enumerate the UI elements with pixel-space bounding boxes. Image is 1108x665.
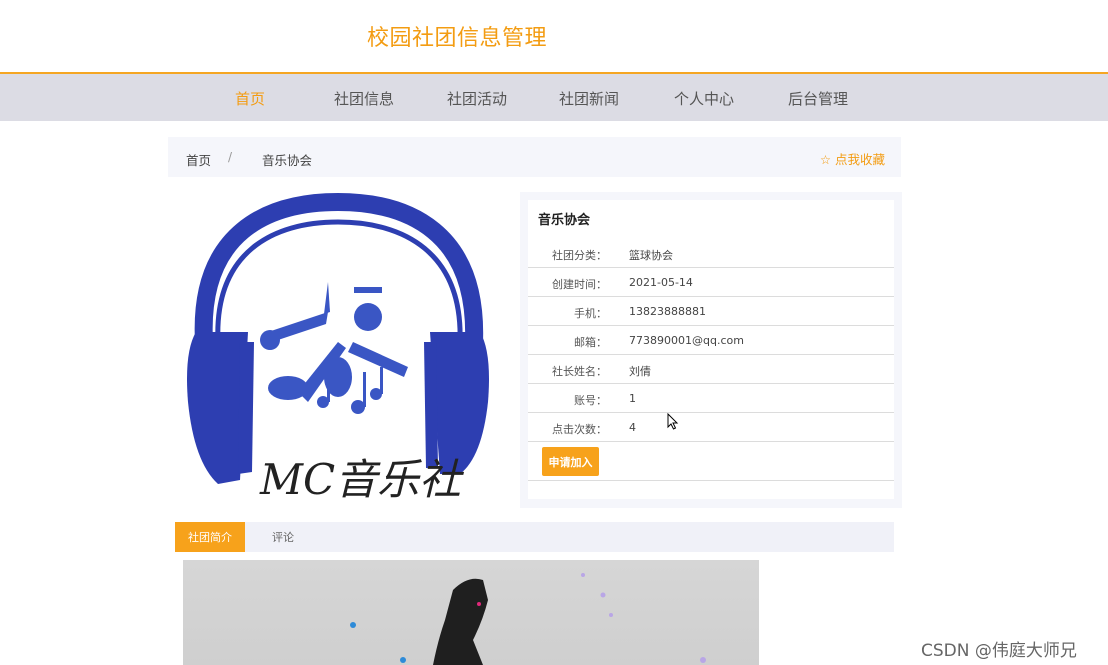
info-value: 2021-05-14 [629,276,693,289]
divider [528,480,894,481]
info-value: 刘倩 [629,365,651,378]
site-header: 校园社团信息管理 [0,0,1108,74]
nav-item-club-info[interactable]: 社团信息 [334,88,394,109]
detail-tabs: 社团简介 评论 [175,522,894,552]
nav-item-home[interactable]: 首页 [235,88,265,109]
info-row-clicks: 点击次数： 4 [528,412,894,442]
nav-item-admin[interactable]: 后台管理 [788,88,848,109]
watermark: CSDN @伟庭大师兄 [921,641,1077,661]
info-row-email: 邮箱： 773890001@qq.com [528,325,894,355]
nav-item-club-news[interactable]: 社团新闻 [559,88,619,109]
site-title: 校园社团信息管理 [367,26,548,51]
logo-text: MC音乐社 [259,455,464,504]
nav-item-personal-center[interactable]: 个人中心 [674,88,734,109]
breadcrumb-home-link[interactable]: 首页 [186,150,211,169]
info-label: 社长姓名： [552,365,607,378]
tab-comments[interactable]: 评论 [261,522,305,552]
info-label: 邮箱： [574,336,607,349]
club-name: 音乐协会 [538,213,591,228]
info-label: 社团分类： [552,249,607,262]
info-row-created: 创建时间： 2021-05-14 [528,267,894,297]
tab-club-intro[interactable]: 社团简介 [175,522,245,552]
headphones-music-logo-icon: MC音乐社 [187,192,489,504]
club-info-card: 音乐协会 社团分类： 篮球协会 创建时间： 2021-05-14 手机： 138… [528,200,894,499]
favorite-button[interactable]: ☆ 点我收藏 [820,149,885,168]
info-value: 篮球协会 [629,249,673,262]
info-value: 4 [629,421,636,434]
info-row-phone: 手机： 13823888881 [528,296,894,326]
info-value: 1 [629,392,636,405]
info-label: 创建时间： [552,278,607,291]
club-intro-image [183,560,759,665]
info-label: 账号： [574,394,607,407]
club-logo: MC音乐社 [178,192,498,510]
club-info-panel: 音乐协会 社团分类： 篮球协会 创建时间： 2021-05-14 手机： 138… [520,192,902,508]
main-navbar: 首页 社团信息 社团活动 社团新闻 个人中心 后台管理 [0,74,1108,121]
nav-item-club-activities[interactable]: 社团活动 [447,88,507,109]
info-label: 点击次数： [552,423,607,436]
breadcrumb-current: 音乐协会 [262,153,313,168]
info-row-category: 社团分类： 篮球协会 [528,238,894,268]
info-row-president: 社长姓名： 刘倩 [528,354,894,384]
info-label: 手机： [574,307,607,320]
mouse-cursor-icon [667,413,679,430]
join-club-button[interactable]: 申请加入 [542,447,599,476]
info-value: 773890001@qq.com [629,334,744,347]
breadcrumb: 首页 / 音乐协会 ☆ 点我收藏 [168,137,901,177]
info-value: 13823888881 [629,305,706,318]
breadcrumb-separator: / [228,150,233,164]
info-row-account: 账号： 1 [528,383,894,413]
